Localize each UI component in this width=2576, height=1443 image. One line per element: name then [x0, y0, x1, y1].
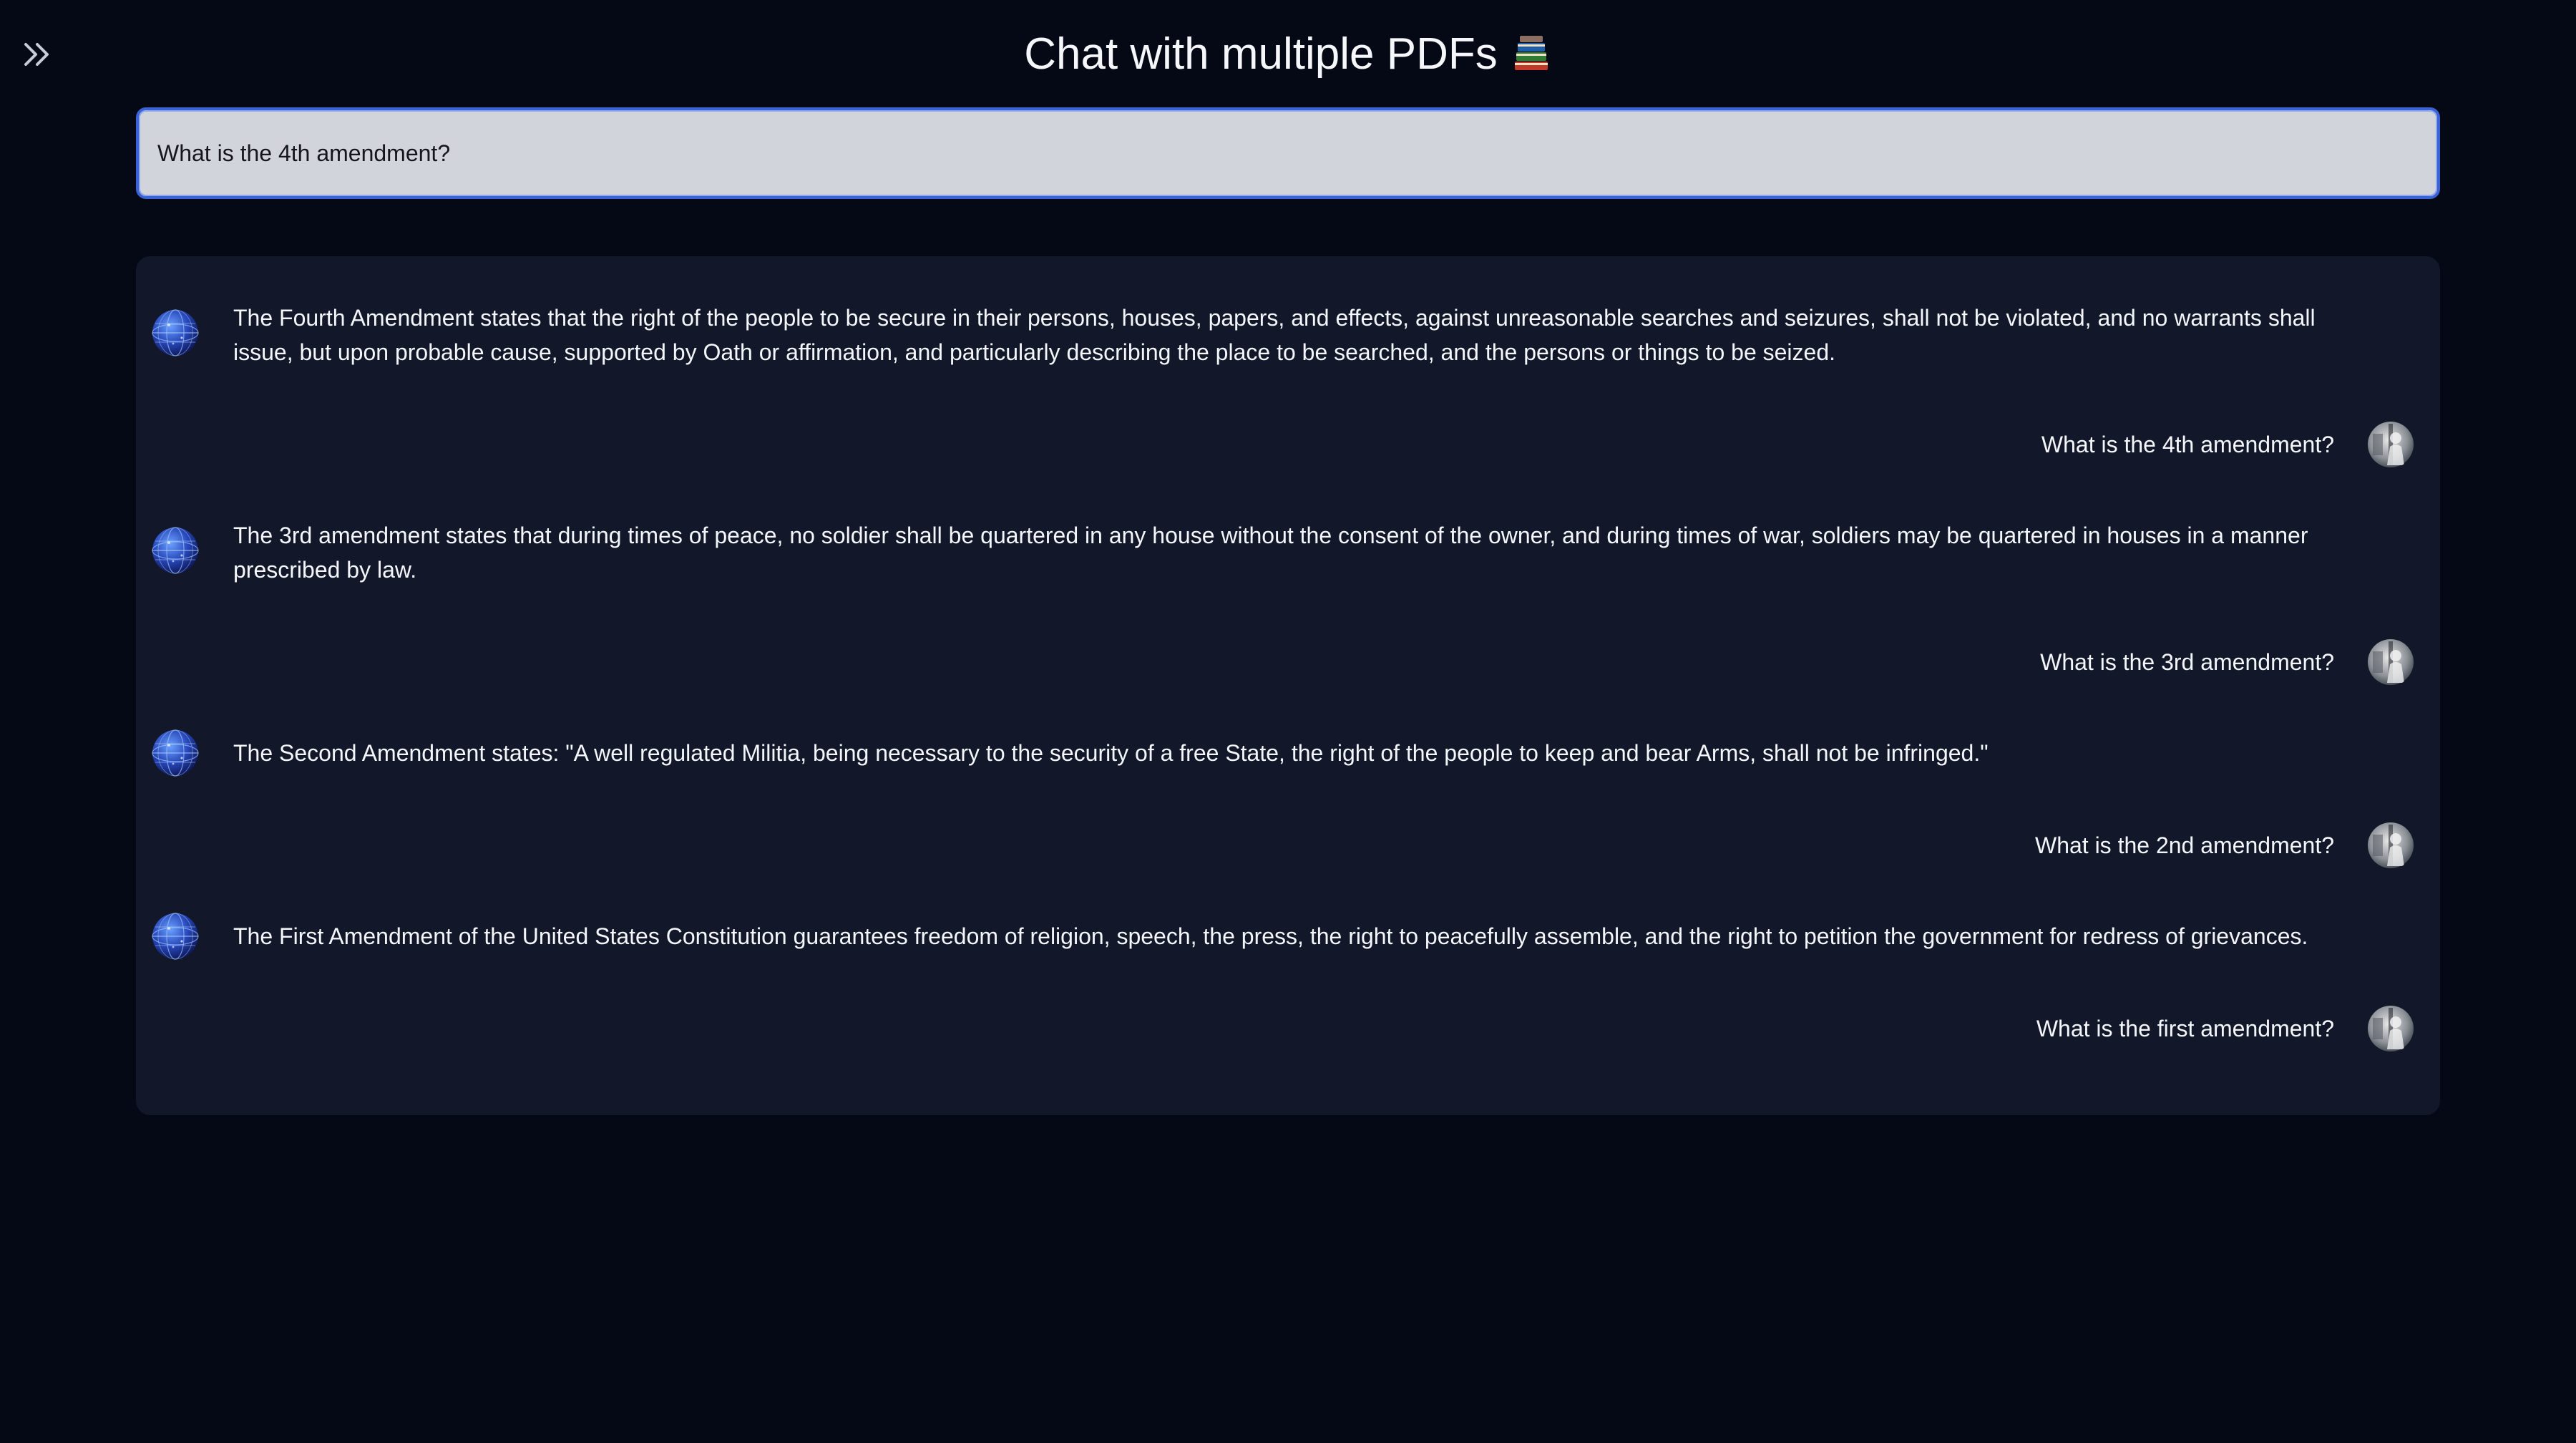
globe-avatar-icon — [152, 309, 199, 356]
bot-message-text: The Fourth Amendment states that the rig… — [233, 305, 2316, 365]
user-avatar-icon — [2367, 1005, 2414, 1052]
user-message: What is the 3rd amendment? — [2040, 638, 2414, 686]
page-header: Chat with multiple PDFs — [0, 24, 2576, 83]
user-message: What is the 2nd amendment? — [2035, 822, 2414, 869]
globe-avatar-icon — [152, 913, 199, 960]
bot-message-text: The 3rd amendment states that during tim… — [233, 523, 2308, 583]
user-message-text: What is the 4th amendment? — [2041, 431, 2334, 457]
user-message-text: What is the 3rd amendment? — [2040, 648, 2334, 675]
user-message: What is the 4th amendment? — [2041, 421, 2414, 468]
user-avatar-icon — [2367, 822, 2414, 869]
page-title: Chat with multiple PDFs — [1024, 29, 1498, 79]
chat-history-panel: The Fourth Amendment states that the rig… — [136, 256, 2440, 1115]
globe-avatar-icon — [152, 729, 199, 777]
question-input[interactable] — [156, 139, 2420, 167]
user-avatar-icon — [2367, 638, 2414, 686]
user-message-text: What is the 2nd amendment? — [2034, 832, 2334, 858]
books-icon — [1511, 33, 1552, 74]
user-avatar-icon — [2367, 421, 2414, 468]
user-message: What is the first amendment? — [2036, 1005, 2414, 1052]
question-input-container[interactable] — [136, 107, 2440, 199]
bot-message-text: The Second Amendment states: "A well reg… — [233, 740, 1989, 766]
globe-avatar-icon — [152, 527, 199, 574]
bot-message-text: The First Amendment of the United States… — [233, 923, 2308, 949]
user-message-text: What is the first amendment? — [2036, 1015, 2334, 1041]
app-page: Chat with multiple PDFs The Fourth Amend… — [0, 0, 2576, 1443]
